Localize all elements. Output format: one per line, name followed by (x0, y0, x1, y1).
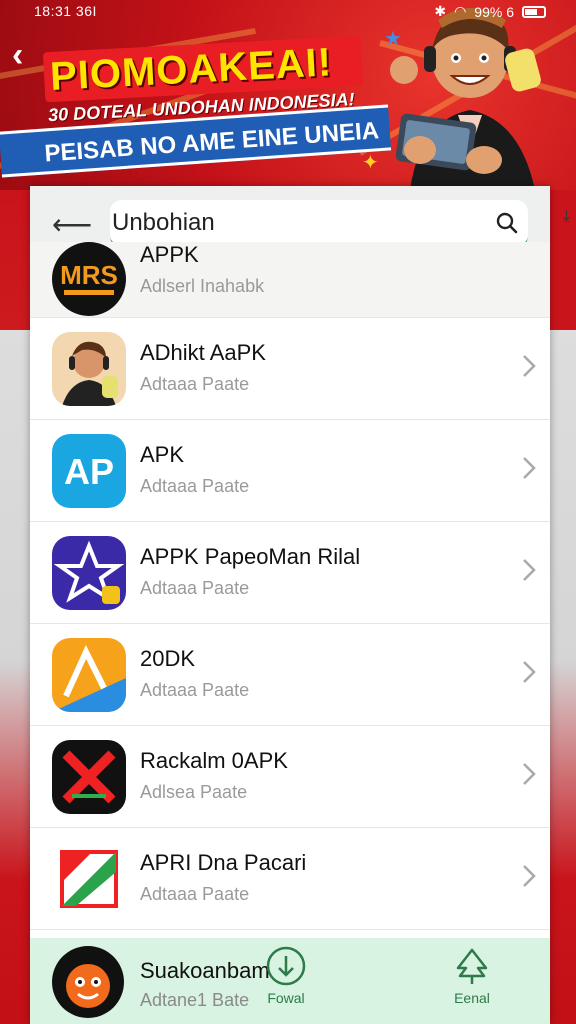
app-list: MRS APPK Adlserl Inahabk ADhikt AaPK Adt… (30, 242, 550, 930)
svg-text:MRS: MRS (60, 260, 118, 290)
promo-banner[interactable]: ‹ PIOMOAKEAI! 30 DOTEAL UNDOHAN INDONESI… (0, 0, 576, 190)
nav-label: Fowal (267, 990, 305, 1006)
search-icon[interactable] (496, 212, 518, 234)
list-item[interactable]: ADhikt AaPK Adtaaa Paate (30, 318, 550, 420)
search-results-panel: ⟵ MRS APPK Adlserl Inahabk (30, 186, 550, 1024)
monkey-face-icon[interactable] (52, 946, 124, 1018)
chevron-right-icon (523, 559, 536, 581)
app-name: 20DK (140, 646, 196, 671)
bottom-bar: Suakoanbam Adtane1 Bate Fowal Eenal (30, 938, 550, 1024)
star-logo-icon (52, 536, 126, 610)
ap-logo-icon: AP (52, 434, 126, 508)
search-box[interactable] (110, 200, 528, 248)
nav-tree-button[interactable]: Eenal (432, 944, 512, 1016)
arrow-left-icon[interactable]: ⟵ (52, 208, 92, 241)
app-subtitle: Adlsea Paate (140, 782, 248, 802)
chevron-right-icon (523, 661, 536, 683)
mascot-illustration (390, 8, 541, 190)
list-item[interactable]: APPK PapeoMan Rilal Adtaaa Paate (30, 522, 550, 624)
bottom-app-subtitle: Adtane1 Bate (140, 990, 250, 1010)
app-subtitle: Adtaaa Paate (140, 680, 250, 700)
app-name: ADhikt AaPK (140, 340, 266, 365)
app-name: Rackalm 0APK (140, 748, 288, 773)
app-name: APRI Dna Pacari (140, 850, 307, 875)
list-item[interactable]: MRS APPK Adlserl Inahabk (30, 242, 550, 318)
mrs-logo-icon: MRS (52, 242, 126, 316)
list-item[interactable]: AP APK Adtaaa Paate (30, 420, 550, 522)
app-name: APK (140, 442, 185, 467)
status-bar: 18:31 36I ✱ ◠ 99% 6 (0, 0, 576, 24)
list-item[interactable]: 20DK Adtaaa Paate (30, 624, 550, 726)
tree-icon (456, 948, 488, 984)
x-logo-icon (52, 740, 126, 814)
download-circle-icon (266, 946, 306, 986)
status-icons: ✱ ◠ 99% 6 (434, 3, 546, 20)
app-name: APPK PapeoMan Rilal (140, 544, 361, 569)
mascot-avatar-icon (52, 332, 126, 406)
app-subtitle: Adtaaa Paate (140, 884, 250, 904)
sparkle-icon: ✦ (362, 152, 379, 174)
search-input[interactable] (112, 204, 472, 242)
chevron-right-icon (523, 457, 536, 479)
app-name: APPK (140, 242, 199, 267)
list-item[interactable]: APRI Dna Pacari Adtaaa Paate (30, 828, 550, 930)
app-subtitle: Adtaaa Paate (140, 374, 250, 394)
battery-icon (522, 5, 546, 18)
chevron-right-icon (523, 355, 536, 377)
nav-label: Eenal (454, 990, 490, 1006)
status-battery-text: 99% 6 (474, 3, 514, 20)
svg-text:AP: AP (64, 451, 114, 492)
download-icon[interactable]: ⤓ (563, 208, 570, 226)
list-item[interactable]: Rackalm 0APK Adlsea Paate (30, 726, 550, 828)
wifi-icon: ◠ (454, 3, 467, 19)
flag-logo-icon (52, 842, 126, 916)
chevron-right-icon (523, 865, 536, 887)
app-subtitle: Adtaaa Paate (140, 578, 250, 598)
background-page-right (550, 190, 576, 1024)
back-arrow-icon[interactable]: ‹ (12, 36, 23, 75)
bluetooth-icon: ✱ (434, 3, 447, 19)
app-subtitle: Adtaaa Paate (140, 476, 250, 496)
status-time: 18:31 36I (34, 3, 97, 19)
background-page-left (0, 190, 30, 1024)
app-subtitle: Adlserl Inahabk (140, 276, 265, 296)
arrow-logo-icon (52, 638, 126, 712)
nav-download-button[interactable]: Fowal (246, 944, 326, 1016)
chevron-right-icon (523, 763, 536, 785)
